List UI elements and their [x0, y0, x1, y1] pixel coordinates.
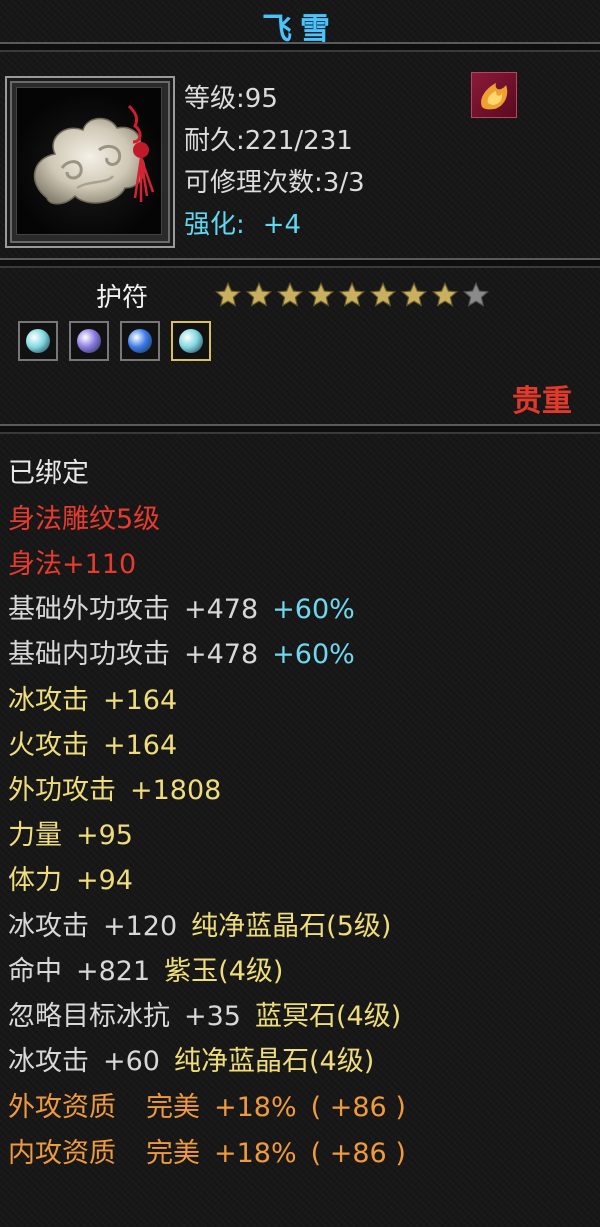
- gem-name: 纯净蓝晶石: [173, 1046, 309, 1077]
- level-value: 95: [244, 84, 278, 114]
- gem-level: (4级): [308, 1046, 375, 1077]
- carving-line: 身法雕纹5级: [8, 504, 161, 535]
- quality-percent: +18%: [214, 1092, 297, 1123]
- fire-attack-line: 火攻击 +164: [8, 729, 177, 763]
- quality-percent: +18%: [214, 1138, 297, 1169]
- ext-attack-line: 基础外功攻击 +478 +60%: [8, 593, 355, 627]
- external-attack-line: 外功攻击 +1808: [8, 774, 221, 808]
- stat-value: +120: [103, 911, 178, 942]
- stat-name: 忽略目标冰抗: [8, 1001, 170, 1032]
- enhance-label: 强化:: [184, 210, 245, 240]
- teal-gem-icon[interactable]: [18, 321, 58, 361]
- stat-name: 冰攻击: [8, 685, 89, 716]
- star-filled-icon: [307, 281, 335, 309]
- enhance-value: +4: [262, 210, 302, 240]
- stat-name: 火攻击: [8, 730, 89, 761]
- int-attack-line: 基础内功攻击 +478 +60%: [8, 638, 355, 672]
- repair-line: 可修理次数:3/3: [184, 168, 365, 198]
- gem-orb: [77, 329, 101, 353]
- stat-name: 基础外功攻击: [8, 594, 170, 625]
- repair-label: 可修理次数: [184, 168, 315, 198]
- level-line: 等级:95: [184, 84, 278, 114]
- quality-bonus: ( +86 ): [310, 1092, 406, 1123]
- jade-cloud-amulet-icon: [16, 87, 162, 235]
- stat-value: +35: [184, 1001, 241, 1032]
- stat-value: +95: [76, 820, 133, 851]
- ice-attack-line: 冰攻击 +164: [8, 684, 177, 718]
- divider-mid: [0, 258, 600, 268]
- level-label: 等级: [184, 84, 237, 114]
- bound-status: 已绑定: [8, 458, 89, 489]
- stat-value: +94: [76, 865, 133, 896]
- durability-value: 221/231: [244, 126, 353, 156]
- stat-name: 基础内功攻击: [8, 639, 170, 670]
- quality-name: 外攻资质: [8, 1092, 116, 1123]
- stat-value: +478: [184, 594, 259, 625]
- teal-gem-icon[interactable]: [171, 321, 211, 361]
- agility-line: 身法+110: [8, 549, 137, 580]
- star-filled-icon: [369, 281, 397, 309]
- star-filled-icon: [338, 281, 366, 309]
- divider-top: [0, 42, 600, 52]
- quality-line-1: 外攻资质 完美 +18% ( +86 ): [8, 1091, 406, 1125]
- title-bar: 飞雪: [0, 0, 600, 47]
- stamina-line: 体力 +94: [8, 864, 133, 898]
- strength-line: 力量 +95: [8, 819, 133, 853]
- stat-value: +60: [103, 1046, 160, 1077]
- gem-level: (5级): [326, 911, 392, 942]
- star-empty-icon: [462, 281, 490, 309]
- gem-bonus-line-1: 冰攻击 +120 纯净蓝晶石(5级): [8, 910, 391, 944]
- star-filled-icon: [431, 281, 459, 309]
- quality-name: 内攻资质: [8, 1138, 116, 1169]
- stat-value: +164: [103, 685, 178, 716]
- purple-gem-icon[interactable]: [69, 321, 109, 361]
- quality-line-2: 内攻资质 完美 +18% ( +86 ): [8, 1137, 406, 1171]
- stat-name: 命中: [8, 956, 62, 987]
- star-filled-icon: [276, 281, 304, 309]
- gem-orb: [179, 329, 203, 353]
- blue-gem-icon[interactable]: [120, 321, 160, 361]
- repair-value: 3/3: [322, 168, 365, 198]
- gem-bonus-line-3: 忽略目标冰抗 +35 蓝冥石(4级): [8, 1000, 401, 1034]
- star-filled-icon: [400, 281, 428, 309]
- stat-value: +1808: [130, 775, 222, 806]
- stat-name: 体力: [8, 865, 62, 896]
- gem-level: (4级): [335, 1001, 402, 1032]
- star-filled-icon: [245, 281, 273, 309]
- quality-bonus: ( +86 ): [310, 1138, 406, 1169]
- stat-value: +478: [184, 639, 259, 670]
- stat-value: +164: [103, 730, 178, 761]
- durability-label: 耐久: [184, 126, 237, 156]
- divider-attrs: [0, 424, 600, 434]
- stat-name: 外功攻击: [8, 775, 116, 806]
- item-icon-frame: [5, 76, 175, 248]
- gem-orb: [26, 329, 50, 353]
- gem-name: 纯净蓝晶石: [191, 911, 327, 942]
- gem-bonus-line-2: 命中 +821 紫玉(4级): [8, 955, 283, 989]
- stat-name: 冰攻击: [8, 1046, 89, 1077]
- stat-value: +821: [76, 956, 151, 987]
- rarity-label: 贵重: [512, 384, 572, 419]
- quality-grade: 完美: [146, 1092, 200, 1123]
- stat-name: 力量: [8, 820, 62, 851]
- stat-name: 冰攻击: [8, 911, 89, 942]
- gem-orb: [128, 329, 152, 353]
- item-type: 护符: [96, 283, 149, 313]
- gem-level: (4级): [218, 956, 284, 987]
- enhance-line: 强化: +4: [184, 204, 301, 241]
- star-filled-icon: [214, 281, 242, 309]
- stat-bonus: +60%: [272, 639, 355, 670]
- fire-element-icon: [471, 72, 517, 118]
- gem-name: 紫玉: [164, 956, 219, 987]
- durability-line: 耐久:221/231: [184, 126, 353, 156]
- gem-bonus-line-4: 冰攻击 +60 纯净蓝晶石(4级): [8, 1045, 374, 1079]
- stat-bonus: +60%: [272, 594, 355, 625]
- gem-name: 蓝冥石: [254, 1001, 336, 1032]
- quality-grade: 完美: [146, 1138, 200, 1169]
